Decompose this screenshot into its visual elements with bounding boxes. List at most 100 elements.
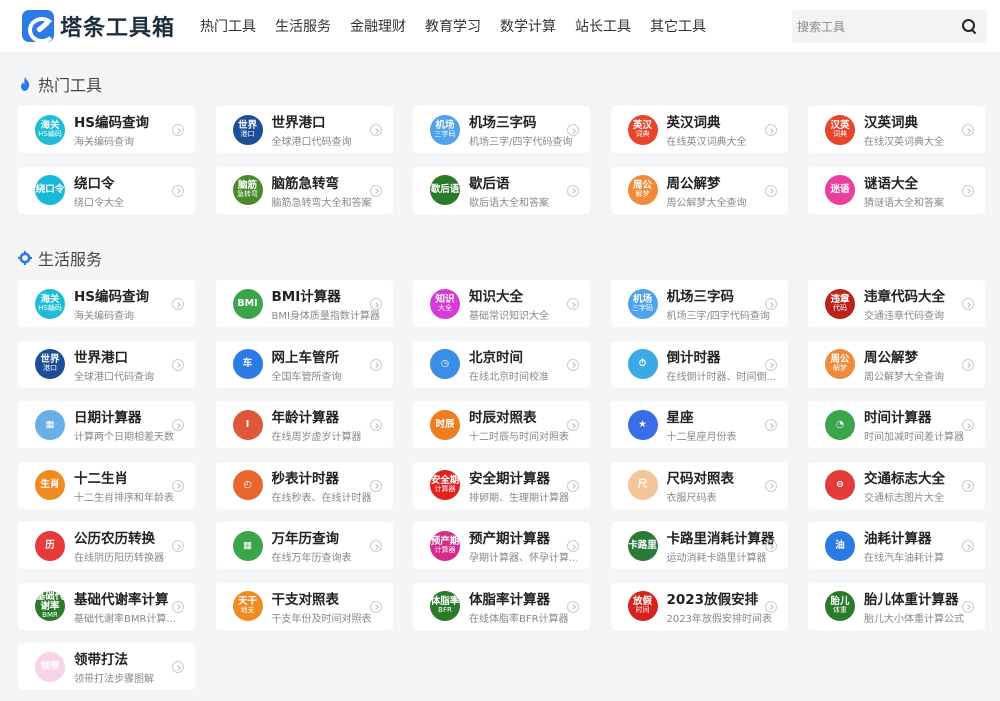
chevron-right-icon[interactable] (369, 600, 382, 613)
chevron-right-icon[interactable] (369, 540, 382, 552)
tool-card[interactable]: ⊖ 交通标志大全 交通标志图片大全 (808, 461, 985, 509)
tool-card[interactable]: 英汉 词典 英汉词典 在线英汉词典大全 (610, 106, 788, 153)
chevron-right-icon[interactable] (172, 184, 184, 197)
tool-card[interactable]: 生肖 十二生肖 十二生肖排序和年龄表 (18, 461, 195, 509)
tool-badge-icon: 尺 (627, 470, 658, 500)
chevron-right-icon[interactable] (172, 124, 184, 136)
tool-card[interactable]: 历 公历农历转换 在线阴历阳历转换器 (18, 522, 195, 569)
chevron-right-icon[interactable] (764, 124, 777, 136)
chevron-right-icon[interactable] (172, 661, 184, 673)
tool-card[interactable]: 尺 尺码对照表 衣服尺码表 (610, 461, 788, 509)
chevron-right-icon[interactable] (172, 479, 184, 492)
tool-card[interactable]: 机场 三字码 机场三字码 机场三字/四字代码查询 (413, 106, 590, 153)
tool-card[interactable]: ▦ 日期计算器 计算两个日期相差天数 (18, 401, 195, 448)
chevron-right-icon[interactable] (962, 479, 974, 492)
tool-card[interactable]: 绕口令 绕口令 绕口令大全 (18, 166, 195, 214)
chevron-right-icon[interactable] (764, 298, 777, 310)
nav-item-education[interactable]: 教育学习 (425, 16, 481, 36)
tool-card[interactable]: 放假 时间 2023放假安排 2023年放假安排时间表 (610, 582, 788, 630)
chevron-right-icon[interactable] (369, 358, 382, 371)
nav-item-hot-tools[interactable]: 热门工具 (200, 16, 256, 36)
nav-item-other[interactable]: 其它工具 (650, 16, 706, 36)
tool-card[interactable]: 海关 HS编码 HS编码查询 海关编码查询 (18, 280, 195, 327)
tool-card[interactable]: 预产期 计算器 预产期计算器 孕期计算器、怀孕计算... (413, 522, 590, 569)
chevron-right-icon[interactable] (567, 184, 579, 197)
tool-card[interactable]: BMI BMI计算器 BMI身体质量指数计算器 (215, 280, 393, 327)
tool-card[interactable]: 油 油耗计算器 在线汽车油耗计算 (808, 522, 985, 569)
tool-card[interactable]: 汉英 词典 汉英词典 在线汉英词典大全 (808, 106, 985, 153)
nav-item-finance[interactable]: 金融理财 (350, 16, 406, 36)
tool-card[interactable]: 体脂率 BFR 体脂率计算器 在线体脂率BFR计算器 (413, 582, 590, 630)
tool-card[interactable]: 时辰 时辰对照表 十二时辰与时间对照表 (413, 401, 590, 448)
nav-item-webmaster[interactable]: 站长工具 (575, 16, 631, 36)
tool-card[interactable]: 世界 港口 世界港口 全球港口代码查询 (18, 340, 195, 388)
chevron-right-icon[interactable] (764, 419, 777, 431)
chevron-right-icon[interactable] (962, 358, 974, 371)
tool-card[interactable]: 安全期 计算器 安全期计算器 排卵期、生理期计算器 (413, 461, 590, 509)
chevron-right-icon[interactable] (567, 479, 579, 492)
chevron-right-icon[interactable] (172, 419, 184, 431)
search-icon[interactable] (962, 19, 977, 34)
chevron-right-icon[interactable] (962, 419, 974, 431)
tool-desc: 领带打法步骤图解 (74, 674, 154, 685)
tool-badge-icon: ▦ (232, 530, 263, 561)
tool-card[interactable]: ◔ 时间计算器 时间加减时间差计算器 (808, 401, 985, 448)
chevron-right-icon[interactable] (567, 540, 579, 552)
badge-line-2: 词典 (833, 129, 847, 138)
chevron-right-icon[interactable] (567, 298, 579, 310)
tool-badge-icon: 迷语 (825, 175, 855, 205)
tool-card[interactable]: ⏱ 倒计时器 在线倒计时器、时间倒... (610, 340, 788, 388)
chevron-right-icon[interactable] (172, 600, 184, 613)
chevron-right-icon[interactable] (962, 540, 974, 552)
chevron-right-icon[interactable] (962, 184, 974, 197)
chevron-right-icon[interactable] (172, 540, 184, 552)
tool-card[interactable]: 胎儿 体重 胎儿体重计算器 胎儿大小体重计算公式 (808, 582, 985, 630)
chevron-right-icon[interactable] (567, 358, 579, 371)
tool-card[interactable]: ▦ 万年历查询 在线万年历查询表 (215, 522, 393, 569)
tool-card[interactable]: ★ 星座 十二星座月份表 (610, 401, 788, 448)
nav-item-math[interactable]: 数学计算 (500, 16, 556, 36)
tool-card[interactable]: 天干 地支 干支对照表 干支年份及时间对照表 (215, 582, 393, 630)
tool-title: 谜语大全 (864, 175, 918, 192)
chevron-right-icon[interactable] (567, 600, 579, 613)
tool-card[interactable]: 基础代谢率 BMR 基础代谢率计算 基础代谢率BMR计算... (18, 582, 195, 630)
tool-card[interactable]: 世界 港口 世界港口 全球港口代码查询 (215, 106, 393, 153)
search-box (792, 10, 987, 43)
search-input[interactable] (792, 10, 952, 43)
tool-card[interactable]: 车 网上车管所 全国车管所查询 (215, 340, 393, 388)
chevron-right-icon[interactable] (369, 298, 382, 310)
chevron-right-icon[interactable] (962, 124, 974, 136)
chevron-right-icon[interactable] (567, 419, 579, 431)
chevron-right-icon[interactable] (764, 358, 777, 371)
tool-card[interactable]: 周公 解梦 周公解梦 周公解梦大全查询 (610, 166, 788, 214)
tool-card[interactable]: 海关 HS编码 HS编码查询 海关编码查询 (18, 106, 195, 153)
chevron-right-icon[interactable] (962, 600, 974, 613)
tool-card[interactable]: 卡路里 卡路里消耗计算器 运动消耗卡路里计算器 (610, 522, 788, 569)
tool-card[interactable]: 知识 大全 知识大全 基础常识知识大全 (413, 280, 590, 327)
chevron-right-icon[interactable] (369, 124, 382, 136)
tool-card[interactable]: 周公 解梦 周公解梦 周公解梦大全查询 (808, 340, 985, 388)
chevron-right-icon[interactable] (962, 298, 974, 310)
chevron-right-icon[interactable] (369, 419, 382, 431)
tool-card[interactable]: 歇后语 歇后语 歇后语大全和答案 (413, 166, 590, 214)
tool-card[interactable]: ◷ 北京时间 在线北京时间校准 (413, 340, 590, 388)
chevron-right-icon[interactable] (369, 479, 382, 492)
tool-card[interactable]: ◴ 秒表计时器 在线秒表、在线计时器 (215, 461, 393, 509)
brand-logo[interactable]: 塔条工具箱 (22, 10, 175, 42)
chevron-right-icon[interactable] (764, 540, 777, 552)
tool-card[interactable]: 迷语 谜语大全 猜谜语大全和答案 (808, 166, 985, 214)
chevron-right-icon[interactable] (764, 184, 777, 197)
nav-item-life-services[interactable]: 生活服务 (275, 16, 331, 36)
tool-card[interactable]: Ⅰ 年龄计算器 在线周岁虚岁计算器 (215, 401, 393, 448)
tool-card[interactable]: 机场 三字码 机场三字码 机场三字/四字代码查询 (610, 280, 788, 327)
chevron-right-icon[interactable] (764, 600, 777, 613)
chevron-right-icon[interactable] (567, 124, 579, 136)
chevron-right-icon[interactable] (172, 358, 184, 371)
tool-card[interactable]: 领带 领带打法 领带打法步骤图解 (18, 643, 195, 690)
tool-card[interactable]: 违章 代码 违章代码大全 交通违章代码查询 (808, 280, 985, 327)
chevron-right-icon[interactable] (764, 479, 777, 492)
tool-card[interactable]: 脑筋 急转弯 脑筋急转弯 脑筋急转弯大全和答案 (215, 166, 393, 214)
chevron-right-icon[interactable] (172, 298, 184, 310)
tool-badge-icon: 领带 (35, 651, 65, 682)
chevron-right-icon[interactable] (369, 184, 382, 197)
